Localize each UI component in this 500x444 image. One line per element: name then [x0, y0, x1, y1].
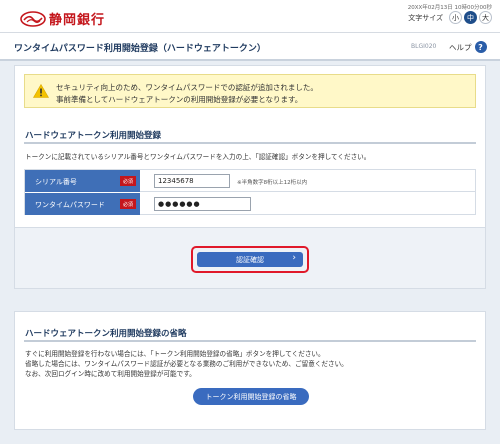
warning-text-line1: セキュリティ向上のため、ワンタイムパスワードでの認証が追加されました。 — [56, 83, 318, 92]
required-badge: 必須 — [120, 199, 136, 209]
section-divider — [24, 142, 476, 144]
one-time-password-input[interactable]: ●●●●●● — [154, 197, 251, 211]
font-size-small-button[interactable]: 小 — [449, 11, 462, 24]
help-link[interactable]: ヘルプ ? — [449, 41, 487, 53]
skip-registration-panel: ハードウェアトークン利用開始登録の省略 すぐに利用開始登録を行わない場合には、「… — [14, 311, 486, 430]
skip-text-line2: 省略した場合には、ワンタイムパスワード認証が必要となる業務のご利用ができないため… — [25, 360, 348, 368]
font-size-label: 文字サイズ — [408, 13, 443, 22]
warning-text-line2: 事前準備としてハードウェアトークンの利用開始登録が必要となります。 — [56, 95, 303, 104]
serial-number-label-cell: シリアル番号 必須 — [25, 170, 140, 192]
section-divider — [24, 340, 476, 342]
action-area: 認証確認 › — [15, 227, 485, 288]
screen-id: BLGI020 — [411, 43, 437, 50]
serial-number-label: シリアル番号 — [35, 178, 77, 186]
bank-logo-mark-icon — [20, 10, 46, 27]
serial-number-row: シリアル番号 必須 12345678 ※半角数字8桁以上12桁以内 — [25, 170, 475, 192]
submit-button-highlight: 認証確認 › — [191, 246, 309, 273]
top-bar: 静岡銀行 20XX年02月13日 10時00分00秒 文字サイズ 小 中 大 — [0, 0, 500, 33]
authenticate-confirm-label: 認証確認 — [236, 255, 264, 264]
page-title: ワンタイムパスワード利用開始登録（ハードウェアトークン） — [14, 44, 266, 54]
registration-description: トークンに記載されているシリアル番号とワンタイムパスワードを入力の上、「認証確認… — [25, 153, 371, 161]
authenticate-confirm-button[interactable]: 認証確認 › — [197, 252, 303, 267]
one-time-password-label: ワンタイムパスワード — [35, 201, 105, 209]
login-datetime: 20XX年02月13日 10時00分00秒 — [407, 5, 492, 11]
skip-text-line3: なお、次回ログイン時に改めて利用開始登録が可能です。 — [25, 370, 196, 378]
registration-form: シリアル番号 必須 12345678 ※半角数字8桁以上12桁以内 ワンタイムパ… — [24, 169, 476, 215]
font-size-switcher: 文字サイズ 小 中 大 — [408, 11, 492, 24]
registration-section-title: ハードウェアトークン利用開始登録 — [25, 131, 162, 141]
font-size-medium-button[interactable]: 中 — [464, 11, 477, 24]
bank-logo: 静岡銀行 — [20, 9, 105, 28]
skip-registration-button[interactable]: トークン利用開始登録の省略 — [193, 388, 309, 405]
font-size-large-button[interactable]: 大 — [479, 11, 492, 24]
serial-number-input[interactable]: 12345678 — [154, 174, 230, 188]
bank-name: 静岡銀行 — [49, 13, 106, 28]
serial-number-hint: ※半角数字8桁以上12桁以内 — [237, 180, 308, 186]
one-time-password-row: ワンタイムパスワード 必須 ●●●●●● — [25, 193, 475, 215]
registration-panel: セキュリティ向上のため、ワンタイムパスワードでの認証が追加されました。 事前準備… — [14, 65, 486, 289]
required-badge: 必須 — [120, 176, 136, 186]
page-header: ワンタイムパスワード利用開始登録（ハードウェアトークン） BLGI020 ヘルプ… — [0, 33, 500, 61]
one-time-password-label-cell: ワンタイムパスワード 必須 — [25, 193, 140, 215]
skip-section-title: ハードウェアトークン利用開始登録の省略 — [25, 329, 187, 339]
warning-icon — [33, 84, 49, 98]
help-label: ヘルプ — [449, 42, 472, 52]
chevron-right-icon: › — [292, 253, 296, 263]
warning-message: セキュリティ向上のため、ワンタイムパスワードでの認証が追加されました。 事前準備… — [24, 74, 476, 108]
help-icon: ? — [474, 41, 487, 53]
skip-text-line1: すぐに利用開始登録を行わない場合には、「トークン利用開始登録の省略」ボタンを押し… — [25, 350, 325, 358]
